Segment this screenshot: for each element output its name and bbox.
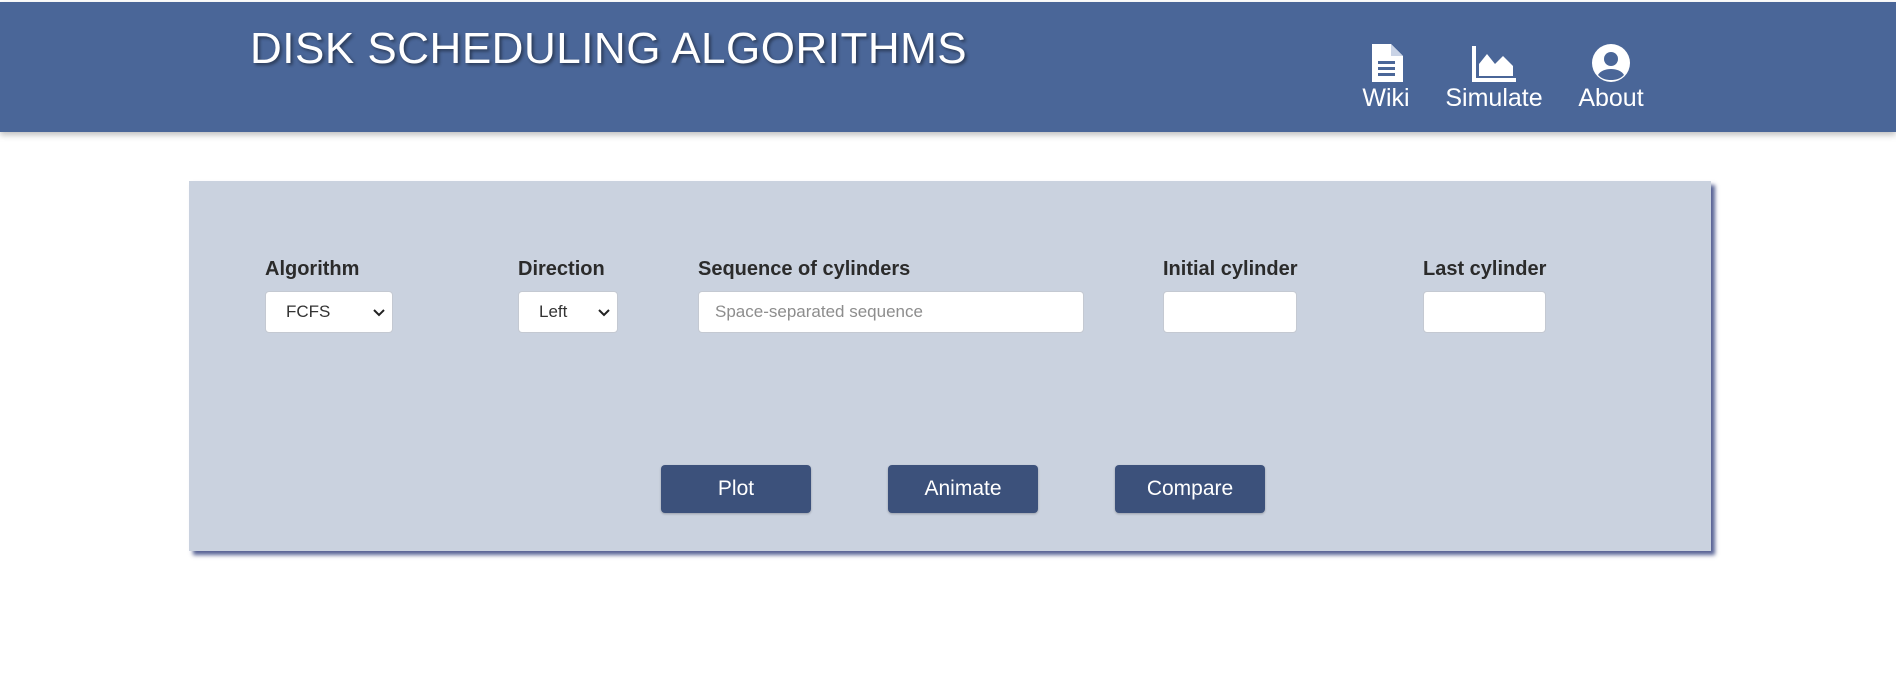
site-title: DISK SCHEDULING ALGORITHMS (250, 24, 968, 73)
algorithm-select-value: FCFS (286, 302, 331, 321)
animate-button[interactable]: Animate (888, 465, 1038, 513)
nav-simulate-label: Simulate (1445, 84, 1543, 112)
nav-about-label: About (1578, 84, 1644, 112)
nav-about[interactable]: About (1578, 44, 1644, 113)
algorithm-select[interactable]: FCFS (265, 291, 393, 333)
initial-cylinder-input[interactable] (1163, 291, 1297, 333)
direction-label: Direction (518, 258, 605, 280)
nav-simulate[interactable]: Simulate (1445, 44, 1543, 113)
top-header: DISK SCHEDULING ALGORITHMS Wiki Simulate (0, 2, 1896, 132)
algorithm-label: Algorithm (265, 258, 360, 280)
sequence-input[interactable] (698, 291, 1084, 333)
document-icon (1369, 44, 1403, 82)
compare-button[interactable]: Compare (1115, 465, 1265, 513)
user-circle-icon (1592, 44, 1630, 82)
initial-cylinder-label: Initial cylinder (1163, 258, 1298, 280)
nav-wiki-label: Wiki (1362, 84, 1410, 112)
simulation-form-panel: Algorithm FCFS Direction Left Sequence o… (189, 181, 1711, 551)
plot-button[interactable]: Plot (661, 465, 811, 513)
nav-wiki[interactable]: Wiki (1362, 44, 1410, 113)
chevron-down-icon (372, 305, 386, 325)
direction-select-value: Left (539, 302, 568, 321)
last-cylinder-label: Last cylinder (1423, 258, 1547, 280)
sequence-label: Sequence of cylinders (698, 258, 911, 280)
direction-select[interactable]: Left (518, 291, 618, 333)
area-chart-icon (1472, 44, 1516, 82)
last-cylinder-input[interactable] (1423, 291, 1546, 333)
chevron-down-icon (597, 305, 611, 325)
